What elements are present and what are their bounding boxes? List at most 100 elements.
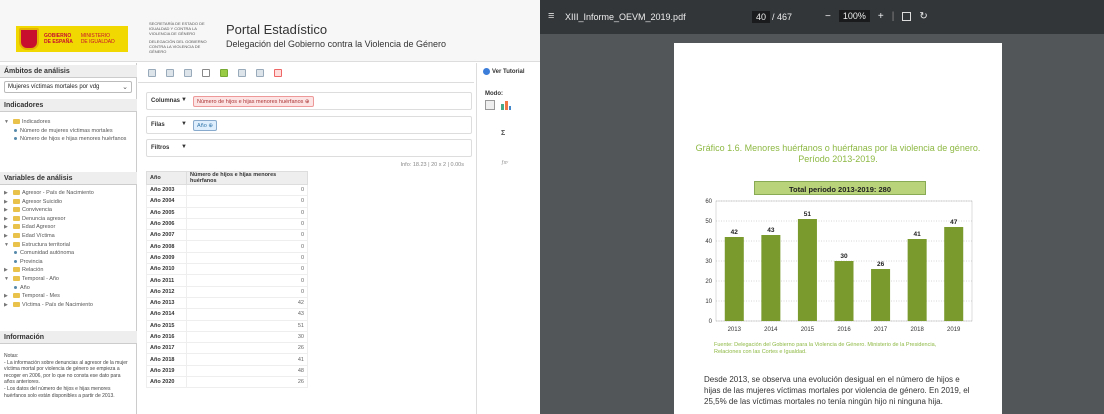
print-icon[interactable] [256, 68, 264, 77]
variable-item[interactable]: ▼ Estructura territorial [4, 241, 132, 250]
tutorial-label: Ver Tutorial [492, 69, 525, 76]
rows-label[interactable]: Filas [151, 122, 165, 128]
expand-icon[interactable]: ▶ [4, 232, 10, 241]
folder-icon [13, 224, 20, 230]
blank-icon[interactable] [202, 68, 210, 77]
page-total: / 467 [772, 12, 793, 22]
variable-item[interactable]: ▶ Relación [4, 266, 132, 275]
year-cell: Año 2017 [146, 342, 187, 355]
year-cell: Año 2019 [146, 364, 187, 378]
ambito-select[interactable]: Mujeres víctimas mortales por vdg ⌄ [4, 81, 132, 93]
indicator-item[interactable]: Número de mujeres víctimas mortales [4, 127, 132, 136]
bar [761, 235, 781, 321]
x-tick-label: 2016 [837, 327, 851, 333]
sigma-icon[interactable]: Σ [501, 130, 505, 137]
value-cell: 0 [186, 285, 308, 298]
rows-chip[interactable]: Año ⊕ [193, 120, 217, 131]
variable-item[interactable]: ▶ Agresor - País de Nacimiento [4, 189, 132, 198]
table-row: Año 2020 26 [146, 376, 308, 389]
zoom-input[interactable]: 100% [838, 10, 870, 22]
value-cell: 0 [186, 251, 308, 265]
columns-label[interactable]: Columnas [151, 98, 180, 104]
expand-icon[interactable]: ▶ [4, 292, 10, 301]
table-row: Año 2018 41 [146, 353, 308, 366]
rotate-icon[interactable]: ↻ [919, 11, 927, 22]
variable-item[interactable]: Año [4, 284, 132, 293]
page-title: Portal Estadístico [226, 22, 328, 37]
variable-item[interactable]: ▶ Edad Víctima [4, 232, 132, 241]
x-tick-label: 2017 [874, 327, 888, 333]
chevron-down-icon[interactable]: ▼ [181, 97, 187, 103]
year-column-header[interactable]: Año [146, 171, 187, 185]
indicator-item[interactable]: Número de hijos e hijas menores huérfano… [4, 135, 132, 144]
collapse-icon[interactable]: ▼ [4, 241, 10, 250]
chevron-down-icon[interactable]: ▼ [181, 121, 187, 127]
zoom-out-button[interactable]: − [825, 11, 831, 22]
folder-icon [13, 119, 20, 125]
notes-text: Notas: - La información sobre denuncias … [4, 353, 128, 399]
value-column-header[interactable]: Número de hijos e hijas menores huérfano… [186, 171, 308, 185]
expand-icon[interactable]: ▶ [4, 266, 10, 275]
variable-label: Temporal - Año [22, 275, 59, 282]
filters-label[interactable]: Filtros [151, 145, 169, 151]
variable-item[interactable]: ▶ Temporal - Mes [4, 292, 132, 301]
pivot-icon[interactable] [184, 68, 192, 77]
fit-page-icon[interactable] [902, 11, 912, 21]
chevron-down-icon[interactable]: ▼ [181, 144, 187, 150]
ambito-select-value: Mujeres víctimas mortales por vdg [8, 84, 100, 90]
y-tick-label: 40 [705, 239, 712, 245]
variable-label: Estructura territorial [22, 241, 70, 248]
pdf-page: Gráfico 1.6. Menores huérfanos o huérfan… [674, 43, 1002, 414]
expand-icon[interactable]: ▶ [4, 223, 10, 232]
year-cell: Año 2018 [146, 353, 187, 366]
gobierno-logo[interactable]: GOBIERNO DE ESPAÑA MINISTERIO DE IGUALDA… [16, 26, 128, 52]
x-tick-label: 2014 [764, 327, 778, 333]
collapse-icon[interactable]: ▼ [4, 118, 10, 127]
tutorial-link[interactable]: Ver Tutorial [483, 68, 525, 75]
year-cell: Año 2020 [146, 376, 187, 389]
year-cell: Año 2016 [146, 330, 187, 344]
table-mode-icon[interactable] [485, 100, 495, 110]
expand-icon[interactable]: ▶ [4, 198, 10, 207]
bar [797, 219, 817, 321]
body-paragraph: Desde 2013, se observa una evolución des… [704, 375, 970, 406]
variable-item[interactable]: ▶ Denuncia agresor [4, 215, 132, 224]
formula-icon[interactable]: ƒxʸ [501, 160, 508, 166]
year-cell: Año 2013 [146, 296, 187, 310]
export-icon[interactable] [238, 68, 246, 77]
data-label: 42 [731, 229, 739, 236]
expand-icon[interactable]: ▶ [4, 206, 10, 215]
expand-icon[interactable]: ▶ [4, 189, 10, 198]
indicator-item[interactable]: ▼ Indicadores [4, 118, 132, 127]
bar [834, 261, 854, 321]
expand-icon[interactable]: ▶ [4, 215, 10, 224]
variable-label: Relación [22, 267, 44, 274]
variable-label: Edad Víctima [22, 232, 55, 239]
variable-item[interactable]: ▶ Edad Agresor [4, 223, 132, 232]
table-icon[interactable] [148, 68, 156, 77]
page-input[interactable]: 40 [752, 11, 771, 23]
columns-chip[interactable]: Número de hijos e hijas menores huérfano… [193, 96, 314, 107]
variable-item[interactable]: ▶ Víctima - País de Nacimiento [4, 301, 132, 310]
pdf-icon[interactable] [274, 68, 282, 77]
chart-mode-icon[interactable] [501, 100, 511, 110]
value-cell: 42 [186, 296, 308, 310]
variable-item[interactable]: ▼ Temporal - Año [4, 275, 132, 284]
variable-item[interactable]: Provincia [4, 258, 132, 267]
pivot-toolbar [138, 63, 474, 83]
zoom-in-button[interactable]: + [878, 11, 884, 22]
variable-label: Edad Agresor [22, 224, 56, 231]
table-row: Año 2012 0 [146, 285, 308, 298]
menu-icon[interactable]: ≡ [548, 10, 554, 22]
filter-icon[interactable] [220, 68, 228, 77]
value-cell: 26 [186, 376, 308, 389]
grid-icon[interactable] [166, 68, 174, 77]
table-row: Año 2009 0 [146, 251, 308, 265]
y-tick-label: 10 [705, 299, 712, 305]
expand-icon[interactable]: ▶ [4, 301, 10, 310]
variable-item[interactable]: ▶ Convivencia [4, 206, 132, 215]
variable-item[interactable]: ▶ Agresor Suicidio [4, 198, 132, 207]
collapse-icon[interactable]: ▼ [4, 275, 10, 284]
variable-item[interactable]: Comunidad autónoma [4, 249, 132, 258]
year-cell: Año 2005 [146, 206, 187, 219]
